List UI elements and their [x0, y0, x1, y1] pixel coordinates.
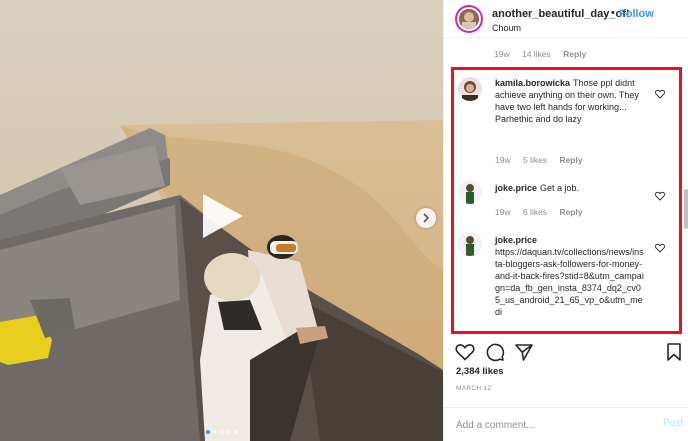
heart-icon[interactable] [655, 188, 665, 201]
chevron-right-icon[interactable] [416, 208, 436, 228]
carousel-dot [219, 430, 224, 434]
play-icon[interactable] [195, 190, 247, 242]
commenter-username[interactable]: joke.price [495, 183, 537, 193]
comment-time[interactable]: 19w [495, 155, 511, 165]
reply-button[interactable]: Reply [563, 49, 586, 59]
carousel-dots [0, 430, 443, 434]
highlighted-comments-box: kamila.borowicka Those ppl didnt achieve … [451, 67, 682, 334]
comment-text: joke.price Get a job. [495, 182, 645, 194]
post-location[interactable]: Choum [492, 23, 521, 33]
header-separator: • [611, 7, 615, 19]
post-username[interactable]: another_beautiful_day_of! [492, 8, 630, 20]
comments-scrollbar[interactable] [684, 39, 688, 335]
add-comment-bar: Post [444, 407, 688, 441]
reply-button[interactable]: Reply [559, 207, 582, 217]
post-header: another_beautiful_day_of! • Follow Choum [444, 0, 688, 38]
carousel-dot [205, 430, 210, 434]
action-bar [444, 340, 688, 366]
share-icon[interactable] [514, 342, 534, 362]
comment-time[interactable]: 19w [495, 207, 511, 217]
comment-meta: 19w 14 likes Reply [494, 49, 596, 59]
avatar[interactable] [455, 5, 483, 33]
carousel-dot [233, 430, 238, 434]
heart-icon[interactable] [655, 86, 665, 99]
reply-button[interactable]: Reply [559, 155, 582, 165]
post-comment-button[interactable]: Post [663, 418, 683, 429]
comment-likes[interactable]: 5 likes [523, 155, 547, 165]
comment-link[interactable]: https://daquan.tv/collections/news/insta… [495, 247, 644, 317]
likes-count[interactable]: 2,384 likes [456, 366, 504, 377]
heart-icon[interactable] [655, 240, 665, 253]
comment-icon[interactable] [485, 342, 505, 362]
commenter-avatar[interactable] [458, 232, 482, 256]
carousel-dot [212, 430, 217, 434]
heart-icon[interactable] [455, 342, 475, 362]
commenter-username[interactable]: kamila.borowicka [495, 78, 570, 88]
comment-text: joke.price https://daquan.tv/collections/… [495, 234, 645, 318]
commenter-username[interactable]: joke.price [495, 235, 537, 245]
commenter-avatar[interactable] [458, 180, 482, 204]
post-media[interactable] [0, 0, 443, 441]
post-date[interactable]: MARCH 12 [456, 385, 491, 392]
bookmark-icon[interactable] [664, 342, 684, 362]
comment-item: joke.price https://daquan.tv/collections/… [454, 232, 679, 331]
carousel-dot [226, 430, 231, 434]
comment-item: joke.price Get a job. 19w 6 likes Reply [454, 180, 679, 230]
comment-body: Get a job. [540, 183, 580, 193]
instagram-post-modal: another_beautiful_day_of! • Follow Choum… [0, 0, 688, 441]
comment-time[interactable]: 19w [494, 49, 510, 59]
add-comment-input[interactable] [456, 417, 646, 433]
comment-text: kamila.borowicka Those ppl didnt achieve … [495, 77, 645, 125]
comment-likes[interactable]: 14 likes [522, 49, 551, 59]
scrollbar-thumb[interactable] [684, 189, 688, 229]
comment-meta: 19w 5 likes Reply [495, 155, 593, 165]
comment-item: kamila.borowicka Those ppl didnt achieve … [454, 75, 679, 175]
comment-likes[interactable]: 6 likes [523, 207, 547, 217]
post-side-panel: another_beautiful_day_of! • Follow Choum… [443, 0, 688, 441]
follow-button[interactable]: Follow [619, 8, 654, 20]
commenter-avatar[interactable] [458, 77, 482, 101]
comment-meta: 19w 6 likes Reply [495, 207, 593, 217]
